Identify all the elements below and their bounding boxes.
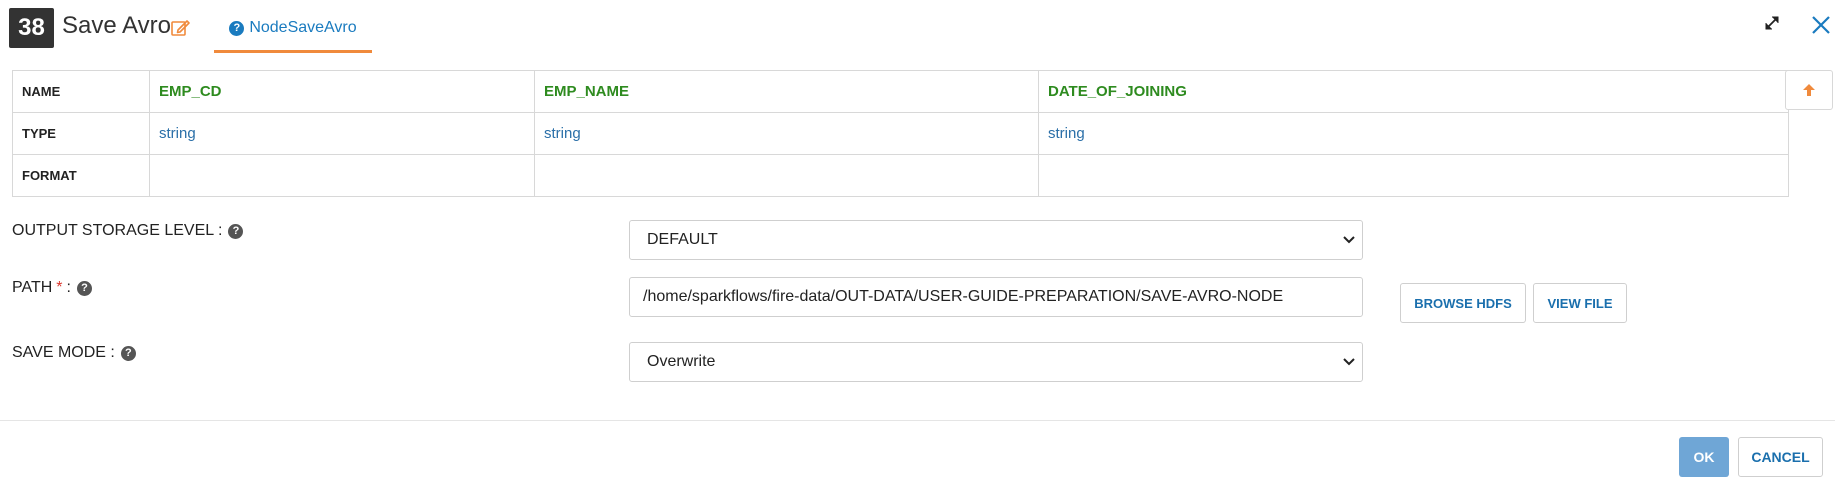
save-mode-label: SAVE MODE : ?: [12, 344, 136, 362]
column-type-cell: string: [149, 112, 535, 155]
chevron-down-icon: [1343, 236, 1355, 244]
row-header-format: FORMAT: [12, 154, 150, 197]
save-mode-select[interactable]: Overwrite: [629, 342, 1363, 382]
chevron-down-icon: [1343, 358, 1355, 366]
scroll-up-button[interactable]: [1785, 70, 1833, 110]
arrow-up-icon: [1803, 84, 1815, 96]
column-format-cell[interactable]: [149, 154, 535, 197]
tab-node-save-avro[interactable]: ? NodeSaveAvro: [214, 6, 372, 53]
expand-icon[interactable]: [1763, 14, 1781, 32]
close-icon[interactable]: [1810, 14, 1832, 36]
column-format-cell[interactable]: [1038, 154, 1789, 197]
footer-divider: [0, 420, 1835, 421]
table-row: NAME EMP_CD EMP_NAME DATE_OF_JOINING: [12, 70, 1789, 113]
tab-label: NodeSaveAvro: [249, 19, 357, 36]
edit-icon[interactable]: [171, 19, 191, 37]
help-icon[interactable]: ?: [120, 345, 136, 361]
help-icon[interactable]: ?: [76, 280, 92, 296]
help-icon[interactable]: ?: [228, 223, 244, 239]
table-row: TYPE string string string: [12, 112, 1789, 155]
storage-level-label: OUTPUT STORAGE LEVEL : ?: [12, 222, 244, 240]
path-input[interactable]: /home/sparkflows/fire-data/OUT-DATA/USER…: [629, 277, 1363, 317]
schema-table: NAME EMP_CD EMP_NAME DATE_OF_JOINING TYP…: [12, 70, 1789, 197]
row-header-type: TYPE: [12, 112, 150, 155]
column-type-cell: string: [534, 112, 1039, 155]
node-title: Save Avro: [62, 12, 171, 39]
view-file-button[interactable]: VIEW FILE: [1533, 283, 1627, 323]
node-number-badge: 38: [9, 8, 54, 48]
dialog-header: 38 Save Avro ? NodeSaveAvro: [0, 0, 1835, 56]
row-header-name: NAME: [12, 70, 150, 113]
column-name-cell: EMP_CD: [149, 70, 535, 113]
path-label: PATH * : ?: [12, 279, 92, 297]
column-name-cell: DATE_OF_JOINING: [1038, 70, 1789, 113]
required-mark: *: [56, 279, 63, 296]
help-icon: ?: [229, 20, 245, 36]
browse-hdfs-button[interactable]: BROWSE HDFS: [1400, 283, 1526, 323]
column-type-cell: string: [1038, 112, 1789, 155]
storage-level-select[interactable]: DEFAULT: [629, 220, 1363, 260]
column-format-cell[interactable]: [534, 154, 1039, 197]
ok-button[interactable]: OK: [1679, 437, 1729, 477]
column-name-cell: EMP_NAME: [534, 70, 1039, 113]
table-row: FORMAT: [12, 154, 1789, 197]
cancel-button[interactable]: CANCEL: [1738, 437, 1823, 477]
